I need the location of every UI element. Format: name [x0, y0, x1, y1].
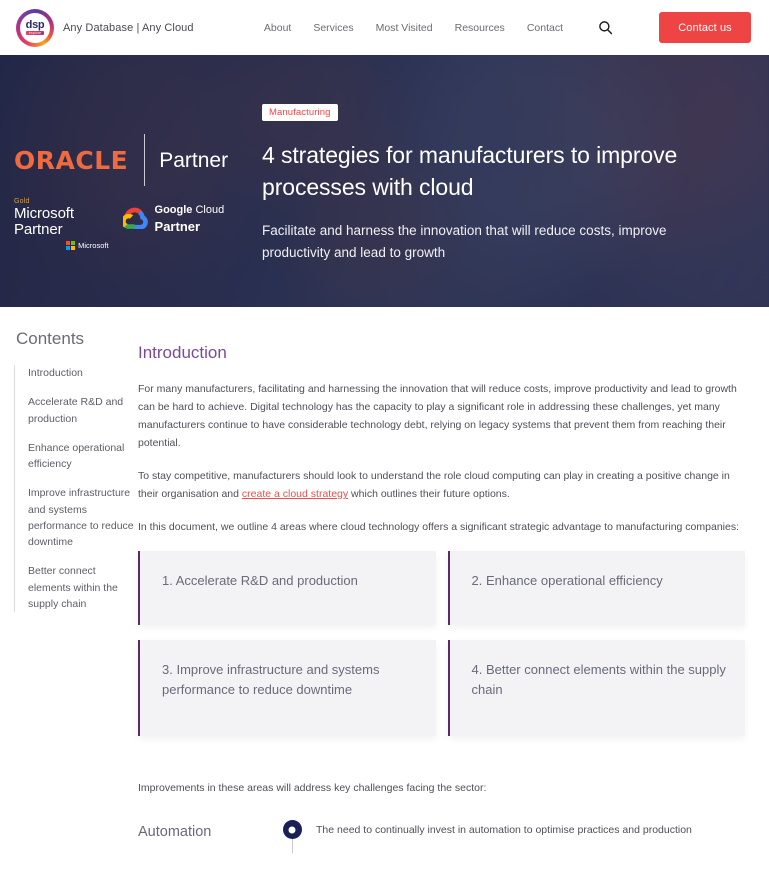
- partner-divider: [144, 134, 146, 187]
- google-cloud-partner-badge: Google Cloud Partner: [120, 200, 250, 236]
- microsoft-partner-label: Microsoft Partner: [14, 205, 74, 238]
- logo-inner: dsp explore: [25, 18, 45, 36]
- top-navigation-bar: dsp explore Any Database | Any Cloud Abo…: [0, 0, 769, 55]
- toc-item-improve-infrastructure[interactable]: Improve infrastructure and systems perfo…: [28, 485, 136, 550]
- main-content: Introduction For many manufacturers, fac…: [136, 329, 769, 869]
- strategy-card-3-label: 3. Improve infrastructure and systems pe…: [162, 662, 380, 698]
- brand-tagline: Any Database | Any Cloud: [63, 21, 194, 34]
- toc-item-enhance-efficiency[interactable]: Enhance operational efficiency: [28, 440, 136, 473]
- google-cloud-line-1: Google Cloud: [155, 204, 225, 216]
- toc-item-introduction[interactable]: Introduction: [28, 365, 136, 381]
- oracle-partner-badge: ORACLE Partner: [14, 134, 250, 187]
- cloud-strategy-link[interactable]: create a cloud strategy: [242, 488, 348, 500]
- nav-item-most-visited[interactable]: Most Visited: [376, 22, 433, 34]
- nav-item-services[interactable]: Services: [313, 22, 353, 34]
- toc-item-supply-chain[interactable]: Better connect elements within the suppl…: [28, 563, 136, 612]
- hero-text-block: Manufacturing 4 strategies for manufactu…: [250, 102, 720, 263]
- nav-item-contact[interactable]: Contact: [527, 22, 563, 34]
- primary-nav: About Services Most Visited Resources Co…: [264, 12, 751, 43]
- timeline-row-automation: Automation The need to continually inves…: [138, 818, 745, 869]
- intro-paragraph-1: For many manufacturers, facilitating and…: [138, 383, 737, 450]
- microsoft-logo-row: Microsoft: [14, 240, 109, 250]
- google-partner-label: Partner: [154, 219, 201, 235]
- challenges-timeline: Automation The need to continually inves…: [138, 818, 745, 869]
- section-title-introduction: Introduction: [138, 343, 227, 362]
- hero-banner: ORACLE Partner Gold Microsoft Partner Mi…: [0, 55, 769, 307]
- google-wordmark: Google: [154, 204, 193, 217]
- microsoft-squares-icon: [66, 240, 76, 250]
- oracle-partner-label: Partner: [159, 148, 229, 172]
- search-icon[interactable]: [595, 18, 615, 38]
- intro-paragraph-2-post: which outlines their future options.: [348, 488, 510, 501]
- microsoft-partner-badge: Gold Microsoft Partner Microsoft: [14, 198, 109, 250]
- timeline-lead-in: Improvements in these areas will address…: [138, 782, 487, 795]
- toc-item-accelerate-rd[interactable]: Accelerate R&D and production: [28, 394, 136, 427]
- timeline-body-automation: The need to continually invest in automa…: [316, 824, 692, 837]
- microsoft-wordmark: Microsoft: [78, 240, 109, 250]
- nav-item-about[interactable]: About: [264, 22, 291, 34]
- strategy-cards-grid: 1. Accelerate R&D and production 2. Enha…: [138, 551, 745, 737]
- google-cloud-partner-text: Google Cloud Partner: [155, 200, 250, 236]
- timeline-connector-line: [292, 838, 293, 854]
- strategy-card-1[interactable]: 1. Accelerate R&D and production: [138, 551, 436, 626]
- partner-badges: ORACLE Partner Gold Microsoft Partner Mi…: [0, 134, 250, 250]
- logo-wordmark: dsp: [25, 18, 45, 31]
- strategy-card-4-label: 4. Better connect elements within the su…: [471, 662, 726, 698]
- cloud-wordmark: Cloud: [195, 204, 225, 217]
- contents-sidebar: Contents Introduction Accelerate R&D and…: [0, 329, 136, 869]
- hero-content: ORACLE Partner Gold Microsoft Partner Mi…: [0, 55, 769, 307]
- strategy-card-3[interactable]: 3. Improve infrastructure and systems pe…: [138, 640, 436, 737]
- contact-us-button[interactable]: Contact us: [659, 12, 751, 43]
- contents-list: Introduction Accelerate R&D and producti…: [14, 365, 136, 613]
- strategy-card-2[interactable]: 2. Enhance operational efficiency: [447, 551, 745, 626]
- timeline-label-automation: Automation: [138, 824, 212, 841]
- logo-sub-wordmark: explore: [25, 31, 45, 36]
- microsoft-google-badges: Gold Microsoft Partner Microsoft Google …: [14, 198, 250, 250]
- nav-item-resources[interactable]: Resources: [455, 22, 505, 34]
- strategy-card-1-label: 1. Accelerate R&D and production: [162, 573, 358, 589]
- hero-subtitle: Facilitate and harness the innovation th…: [262, 222, 667, 260]
- microsoft-level-label: Gold: [14, 198, 30, 206]
- timeline-dot-icon: [282, 820, 302, 840]
- strategy-card-2-label: 2. Enhance operational efficiency: [471, 573, 663, 589]
- timeline-marker-automation: [274, 818, 310, 854]
- oracle-logo-icon: ORACLE: [14, 145, 129, 175]
- page-body: Contents Introduction Accelerate R&D and…: [0, 307, 769, 869]
- contents-heading: Contents: [16, 329, 85, 348]
- dsp-logo-icon: dsp explore: [16, 8, 54, 47]
- intro-paragraph-2: To stay competitive, manufacturers shoul…: [138, 467, 745, 503]
- category-badge[interactable]: Manufacturing: [262, 104, 338, 122]
- strategy-card-4[interactable]: 4. Better connect elements within the su…: [447, 640, 745, 737]
- hero-title: 4 strategies for manufacturers to improv…: [262, 142, 678, 201]
- intro-paragraph-3: In this document, we outline 4 areas whe…: [138, 521, 739, 534]
- google-cloud-icon: [120, 207, 148, 230]
- brand-logo[interactable]: dsp explore Any Database | Any Cloud: [16, 8, 194, 47]
